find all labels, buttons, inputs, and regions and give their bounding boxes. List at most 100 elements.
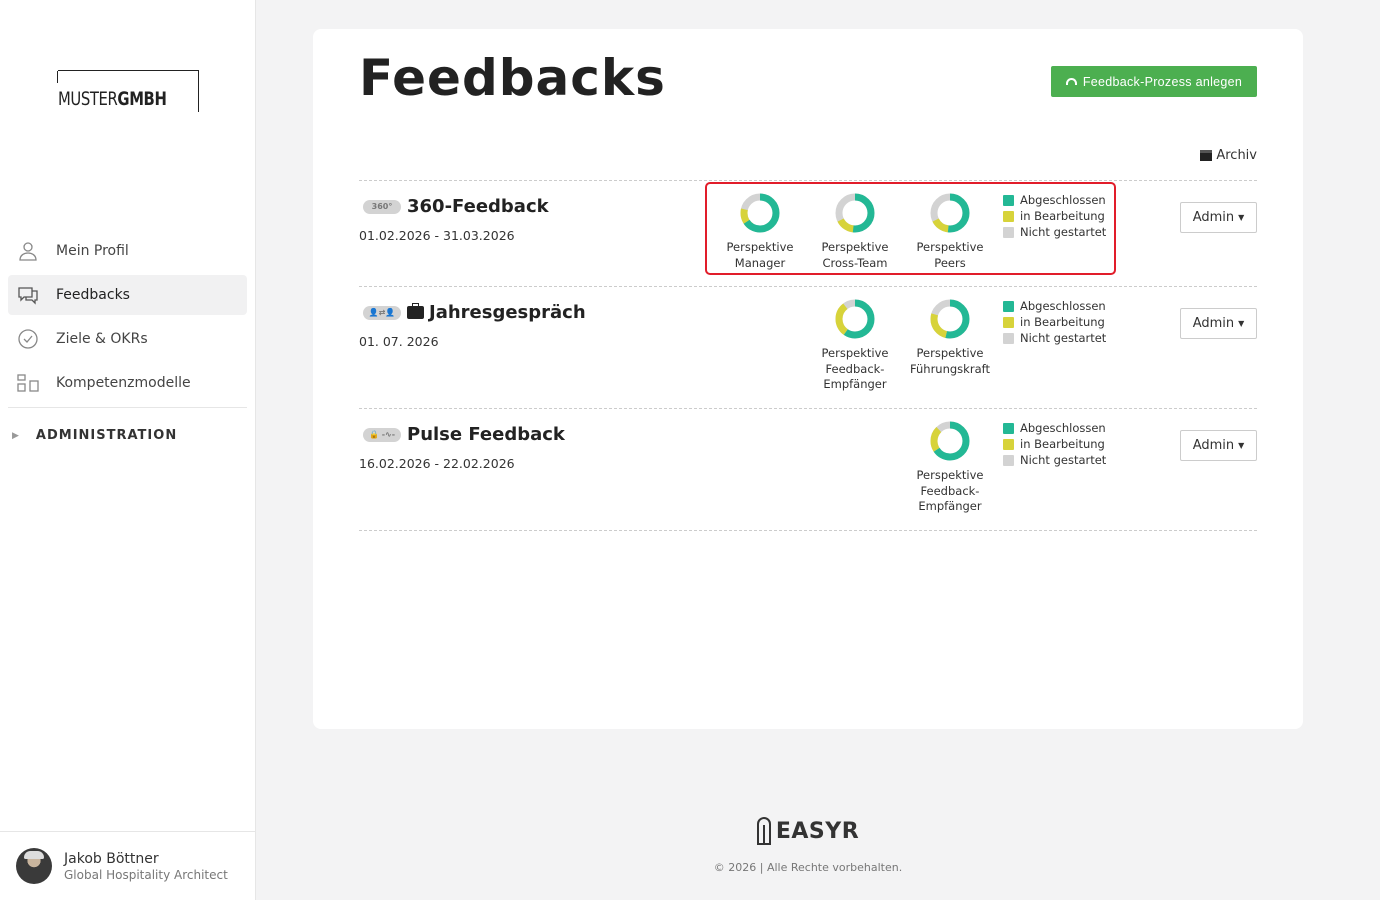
archive-label: Archiv: [1216, 148, 1257, 163]
status-legend: Abgeschlossen in Bearbeitung Nicht gesta…: [1003, 192, 1106, 240]
main-card: Feedbacks Feedback-Prozess anlegen Archi…: [313, 29, 1303, 729]
admin-label: Admin: [1192, 438, 1235, 453]
nav-item-ziele-okrs[interactable]: Ziele & OKRs: [8, 319, 247, 359]
donut-chart: [835, 193, 875, 233]
caret-right-icon: ▶: [12, 430, 20, 441]
nav-item-feedbacks[interactable]: Feedbacks: [8, 275, 247, 315]
perspective-label-1: Perspektive: [821, 240, 889, 254]
360-icon: 360°: [363, 199, 401, 214]
perspective-label-2: Führungskraft: [910, 361, 990, 376]
administration-label: ADMINISTRATION: [35, 428, 178, 443]
feedback-row: 👤⇄👤 Jahresgespräch 01. 07. 2026 Perspekt…: [359, 287, 1257, 409]
archive-link[interactable]: Archiv: [1200, 148, 1257, 163]
user-role: Global Hospitality Architect: [64, 867, 228, 882]
briefcase-icon: [407, 303, 424, 319]
check-circle-icon: [18, 329, 38, 349]
logo-part1: MUSTER: [58, 88, 118, 110]
admin-dropdown-button[interactable]: Admin ▼: [1180, 430, 1257, 461]
perspective-chart[interactable]: Perspektive Feedback- Empfänger: [810, 298, 900, 393]
status-legend: Abgeschlossen in Bearbeitung Nicht gesta…: [1003, 298, 1106, 346]
nav-divider: [8, 407, 247, 408]
user-profile[interactable]: Jakob Böttner Global Hospitality Archite…: [0, 831, 255, 900]
main-nav: Mein Profil Feedbacks Ziele & OKRs Kompe…: [8, 231, 247, 408]
feedback-date: 01.02.2026 - 31.03.2026: [359, 228, 515, 243]
perspective-chart[interactable]: Perspektive Führungskraft: [905, 298, 995, 377]
feedback-date: 16.02.2026 - 22.02.2026: [359, 456, 515, 471]
nav-item-kompetenzmodelle[interactable]: Kompetenzmodelle: [8, 363, 247, 403]
create-button-label: Feedback-Prozess anlegen: [1082, 74, 1243, 89]
dashboard-icon: [1065, 78, 1077, 85]
perspective-label-2: Feedback-: [825, 361, 885, 376]
not-started-swatch: [1003, 226, 1014, 238]
perspective-label-1: Perspektive: [916, 346, 984, 360]
perspective-label-2: Cross-Team: [822, 255, 888, 270]
people-exchange-icon: 👤⇄👤: [363, 305, 401, 320]
donut-chart: [930, 193, 970, 233]
perspective-chart[interactable]: Perspektive Feedback- Empfänger: [905, 420, 995, 515]
easyr-brand: EASYR: [775, 818, 860, 844]
admin-dropdown-button[interactable]: Admin ▼: [1180, 202, 1257, 233]
perspective-label-2: Feedback-: [920, 483, 980, 498]
perspective-label-2: Peers: [934, 255, 966, 270]
admin-label: Admin: [1192, 316, 1235, 331]
nav-label: Feedbacks: [56, 287, 130, 303]
easyr-brand-icon: [756, 817, 771, 845]
legend-done: Abgeschlossen: [1020, 193, 1106, 207]
feedback-date: 01. 07. 2026: [359, 334, 439, 349]
done-swatch: [1003, 422, 1014, 434]
status-legend: Abgeschlossen in Bearbeitung Nicht gesta…: [1003, 420, 1106, 468]
feedback-title[interactable]: 360-Feedback: [407, 196, 549, 217]
perspective-label-1: Perspektive: [726, 240, 794, 254]
footer: EASYR © 2026 | Alle Rechte vorbehalten.: [313, 817, 1303, 874]
pulse-icon: 🔒 -∿-: [363, 427, 401, 442]
nav-label: Kompetenzmodelle: [56, 375, 191, 391]
archive-icon: [1200, 150, 1213, 161]
done-swatch: [1003, 300, 1014, 312]
administration-toggle[interactable]: ▶ ADMINISTRATION: [12, 428, 177, 443]
feedback-row: 🔒 -∿- Pulse Feedback 16.02.2026 - 22.02.…: [359, 409, 1257, 531]
feedback-list: 360° 360-Feedback 01.02.2026 - 31.03.202…: [359, 180, 1257, 531]
copyright: © 2026 | Alle Rechte vorbehalten.: [713, 861, 903, 874]
legend-not-started: Nicht gestartet: [1020, 225, 1107, 239]
perspective-chart[interactable]: Perspektive Peers: [905, 192, 995, 271]
easyr-logo: EASYR: [756, 817, 860, 845]
perspective-chart[interactable]: Perspektive Manager: [715, 192, 805, 271]
donut-chart: [930, 421, 970, 461]
in-progress-swatch: [1003, 438, 1014, 450]
perspective-label-3: Empfänger: [918, 499, 982, 513]
legend-done: Abgeschlossen: [1020, 299, 1106, 313]
chat-icon: [18, 287, 38, 305]
nav-label: Ziele & OKRs: [56, 331, 148, 347]
perspective-label-1: Perspektive: [916, 240, 984, 254]
legend-in-progress: in Bearbeitung: [1020, 315, 1105, 329]
create-feedback-process-button[interactable]: Feedback-Prozess anlegen: [1051, 66, 1257, 97]
in-progress-swatch: [1003, 210, 1014, 222]
sidebar: MUSTERGMBH Mein Profil Feedbacks Ziele &…: [0, 0, 256, 900]
perspective-label-2: Manager: [734, 255, 786, 270]
not-started-swatch: [1003, 454, 1014, 466]
legend-in-progress: in Bearbeitung: [1020, 437, 1105, 451]
perspective-label-3: Empfänger: [823, 377, 887, 391]
donut-chart: [930, 299, 970, 339]
caret-down-icon: ▼: [1238, 441, 1245, 450]
feedback-title[interactable]: Pulse Feedback: [407, 424, 565, 445]
company-logo: MUSTERGMBH: [57, 70, 199, 112]
done-swatch: [1003, 194, 1014, 206]
in-progress-swatch: [1003, 316, 1014, 328]
legend-not-started: Nicht gestartet: [1020, 331, 1107, 345]
caret-down-icon: ▼: [1238, 213, 1245, 222]
donut-chart: [740, 193, 780, 233]
user-icon: [19, 242, 37, 261]
legend-in-progress: in Bearbeitung: [1020, 209, 1105, 223]
legend-not-started: Nicht gestartet: [1020, 453, 1107, 467]
nav-item-mein-profil[interactable]: Mein Profil: [8, 231, 247, 271]
model-icon: [17, 374, 39, 392]
admin-dropdown-button[interactable]: Admin ▼: [1180, 308, 1257, 339]
user-name: Jakob Böttner: [64, 850, 159, 867]
legend-done: Abgeschlossen: [1020, 421, 1106, 435]
perspective-label-1: Perspektive: [916, 468, 984, 482]
perspective-chart[interactable]: Perspektive Cross-Team: [810, 192, 900, 271]
feedback-title[interactable]: Jahresgespräch: [429, 302, 586, 323]
caret-down-icon: ▼: [1238, 319, 1245, 328]
donut-chart: [835, 299, 875, 339]
